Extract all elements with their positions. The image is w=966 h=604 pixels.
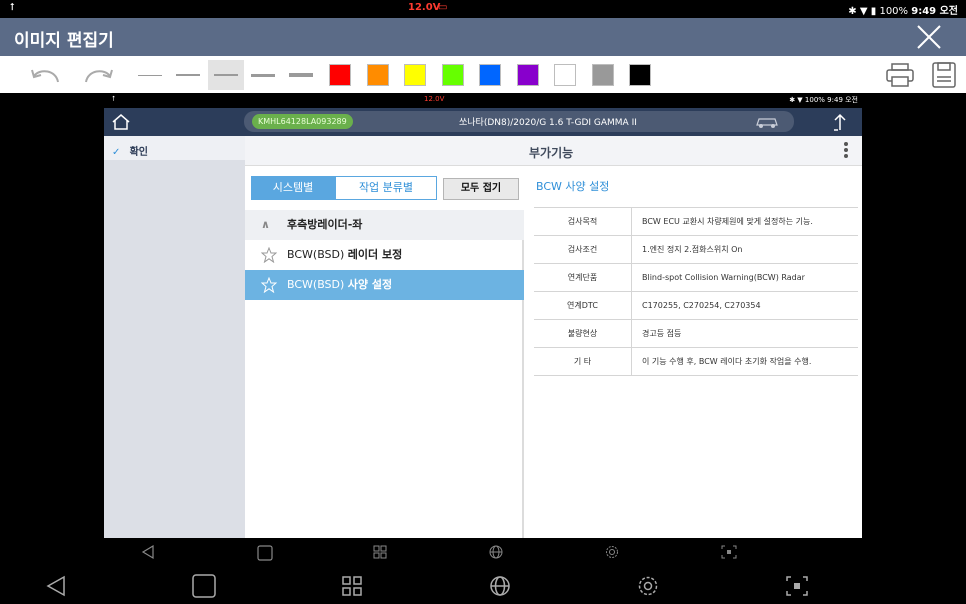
collapse-all-button[interactable]: 모두 접기 — [443, 178, 519, 200]
list-item-label: BCW(BSD) 레이더 보정 — [287, 248, 403, 261]
vehicle-model: 쏘나타(DN8)/2020/G 1.6 T-GDI GAMMA II — [459, 118, 637, 128]
sidebar: ✓ 확인 — [104, 136, 245, 538]
table-row: 불량현상 경고등 점등 — [534, 320, 858, 348]
battery-icon: ▮ — [870, 6, 877, 17]
redo-icon[interactable] — [80, 60, 116, 90]
detail-title: BCW 사양 설정 — [536, 180, 610, 193]
outer-status-right: ✱ ▼ ▮ 100% 9:49 오전 — [848, 2, 958, 17]
settings-gear-icon[interactable] — [636, 574, 660, 598]
close-icon[interactable] — [916, 24, 942, 50]
table-row: 기 타이 기능 수행 후, BCW 레이다 초기화 작업을 수행. — [534, 348, 858, 376]
back-icon[interactable] — [44, 574, 68, 598]
outer-status-bar: ⭡ 12.0V ▭ ✱ ▼ ▮ 100% 9:49 오전 — [0, 0, 966, 18]
table-row: 연계단품 Blind-spot Collision Warning(BCW) Ra… — [534, 264, 858, 292]
line-width-2[interactable] — [170, 60, 206, 90]
inner-clock: 9:49 오전 — [827, 96, 858, 104]
battery-percent: 100% — [879, 6, 909, 17]
color-swatch[interactable] — [591, 64, 614, 86]
apps-grid-icon[interactable] — [340, 574, 364, 598]
settings-gear-icon[interactable] — [604, 544, 620, 560]
page-title: 부가기능 — [529, 146, 574, 160]
vehicle-info-bar[interactable]: KMHL64128LA093289 쏘나타(DN8)/2020/G 1.6 T-… — [244, 111, 794, 132]
detail-panel: BCW 사양 설정 검사목적 BCW ECU 교환시 차량제원에 맞게 설정하는 … — [526, 166, 862, 538]
tab-category[interactable]: 작업 분류별 — [335, 176, 437, 200]
apps-grid-icon[interactable] — [372, 544, 388, 560]
line-width-5[interactable] — [283, 60, 319, 90]
tab-system[interactable]: 시스템별 — [251, 176, 335, 200]
star-icon[interactable] — [261, 277, 277, 293]
upload-icon: ⭡ — [112, 95, 116, 103]
bluetooth-icon: ✱ — [789, 96, 796, 104]
screenshot-icon[interactable] — [784, 574, 810, 598]
line-width-1[interactable] — [132, 60, 168, 90]
main-content: 부가기능 시스템별 작업 분류별 모두 접기 ∧ 후측방레이더-좌 BCW(BS… — [245, 136, 862, 538]
color-swatch[interactable] — [366, 64, 389, 86]
color-swatch[interactable] — [404, 64, 426, 86]
upload-icon: ⭡ — [10, 2, 15, 13]
vehicle-header: KMHL64128LA093289 쏘나타(DN8)/2020/G 1.6 T-… — [104, 108, 862, 136]
wifi-icon: ▼ — [859, 6, 868, 17]
save-icon[interactable] — [926, 60, 962, 90]
spec-table: 검사목적 BCW ECU 교환시 차량제원에 맞게 설정하는 기능. 검사조건 1.… — [534, 207, 858, 376]
chevron-up-icon: ∧ — [261, 218, 270, 231]
voltage-label: 12.0V — [408, 2, 441, 13]
star-icon[interactable] — [261, 247, 277, 263]
editor-title-bar: 이미지 편집기 — [0, 18, 966, 56]
function-list: ∧ 후측방레이더-좌 BCW(BSD) 레이더 보정 BCW(BSD) 사양 설… — [245, 210, 524, 538]
back-icon[interactable] — [140, 544, 156, 560]
list-item-selected[interactable]: BCW(BSD) 사양 설정 — [245, 270, 524, 300]
screenshot-icon[interactable] — [720, 544, 738, 560]
battery-voltage-icon: ▭ — [438, 2, 448, 13]
color-swatch[interactable] — [441, 64, 464, 86]
upload-arrow-icon[interactable] — [832, 112, 848, 132]
clock: 9:49 오전 — [911, 6, 958, 17]
list-item[interactable]: BCW(BSD) 레이더 보정 — [245, 240, 524, 270]
color-swatch[interactable] — [629, 64, 651, 86]
table-row: 검사조건 1.엔진 정지 2.점화스위치 On — [534, 236, 858, 264]
print-icon[interactable] — [882, 60, 918, 90]
content-header: 부가기능 — [245, 136, 862, 166]
home-icon[interactable] — [110, 112, 132, 132]
line-width-4[interactable] — [245, 60, 281, 90]
vin-badge: KMHL64128LA093289 — [252, 114, 353, 129]
inner-voltage: 12.0V — [424, 95, 445, 103]
color-swatch[interactable] — [516, 64, 539, 86]
color-swatch[interactable] — [554, 64, 576, 86]
table-row: 연계DTC C170255, C270254, C270354 — [534, 292, 858, 320]
inner-status-bar: ⭡ 12.0V ✱ ▼ 100% 9:49 오전 — [104, 93, 862, 108]
wifi-icon: ▼ — [797, 96, 803, 104]
color-swatch[interactable] — [329, 64, 351, 86]
device-screen: ⭡ 12.0V ✱ ▼ 100% 9:49 오전 KMHL64128LA0932… — [104, 93, 862, 538]
group-label: 후측방레이더-좌 — [287, 218, 363, 231]
line-width-3[interactable] — [208, 60, 244, 90]
home-square-icon[interactable] — [190, 572, 218, 600]
globe-icon[interactable] — [488, 574, 512, 598]
color-swatch[interactable] — [479, 64, 501, 86]
car-icon — [756, 118, 778, 128]
editor-title: 이미지 편집기 — [14, 31, 114, 51]
globe-icon[interactable] — [488, 544, 504, 560]
confirm-label: 확인 — [129, 147, 148, 158]
outer-nav-bar — [0, 566, 966, 604]
group-header[interactable]: ∧ 후측방레이더-좌 — [245, 210, 524, 240]
check-icon: ✓ — [112, 147, 121, 158]
confirm-item[interactable]: ✓ 확인 — [104, 136, 245, 160]
editor-toolbar — [0, 56, 966, 93]
undo-icon[interactable] — [28, 60, 64, 90]
list-item-label: BCW(BSD) 사양 설정 — [287, 278, 393, 291]
home-square-icon[interactable] — [256, 544, 274, 562]
inner-status-right: ✱ ▼ 100% 9:49 오전 — [789, 95, 858, 105]
table-row: 검사목적 BCW ECU 교환시 차량제원에 맞게 설정하는 기능. — [534, 208, 858, 236]
more-options-icon[interactable] — [844, 142, 850, 160]
inner-battery-percent: 100% — [804, 96, 825, 104]
bluetooth-icon: ✱ — [848, 6, 857, 17]
inner-nav-bar — [104, 538, 862, 566]
